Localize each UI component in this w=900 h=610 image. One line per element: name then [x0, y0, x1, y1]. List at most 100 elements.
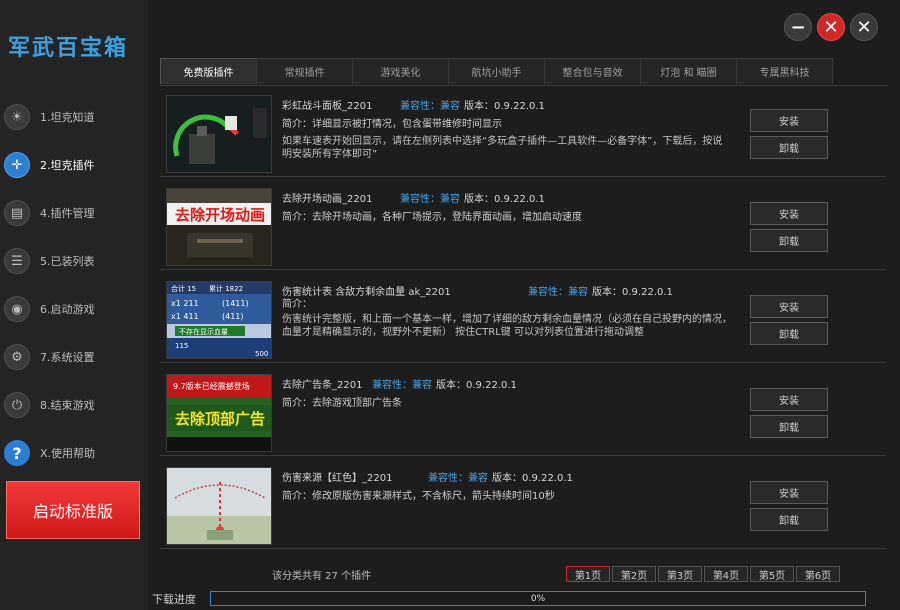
thumbnail-caption: 去除顶部广告 — [175, 410, 265, 428]
sidebar-item-label: 8.结束游戏 — [40, 399, 95, 412]
compat-value: 兼容 — [440, 101, 460, 112]
plugin-description: 简介：去除游戏顶部广告条 — [282, 397, 732, 410]
pagination: 第1页 第2页 第3页 第4页 第5页 第6页 — [566, 566, 842, 582]
plugin-category-tabs: 免费版插件 常规插件 游戏美化 航坑小助手 整合包与音效 灯泡 和 瞄圈 专属黑… — [160, 58, 888, 86]
compat-value: 兼容 — [568, 287, 588, 298]
sidebar-item-settings[interactable]: ⚙ 7.系统设置 — [0, 340, 148, 380]
plugin-thumbnail: 9.7版本已经震撼登场 去除顶部广告 — [166, 374, 272, 452]
help-icon: ? — [4, 440, 30, 466]
plugin-compat: 兼容性：兼容 版本：0.9.22.0.1 — [528, 283, 673, 298]
tab-game-beautify[interactable]: 游戏美化 — [352, 58, 449, 84]
thumbnail-caption: 9.7版本已经震撼登场 — [173, 381, 250, 391]
uninstall-button[interactable]: 卸载 — [750, 415, 828, 438]
plugin-desc-text: 简介：修改原版伤害来源样式，不含标尺，箭头持续时间10秒 — [282, 491, 555, 502]
plugin-desc-extra: 伤害统计完整版，和上面一个基本一样，增加了详细的敌方剩余血量情况（必须在自己投野… — [282, 314, 732, 338]
list-item: 伤害来源【红色】_2201 兼容性：兼容 版本：0.9.22.0.1 简介：修改原… — [160, 460, 886, 549]
thumbnail-stat: 500 — [255, 350, 268, 358]
page-5-button[interactable]: 第5页 — [750, 566, 794, 582]
app-title: 军武百宝箱 — [8, 35, 129, 61]
sidebar-item-help[interactable]: ? X.使用帮助 — [0, 436, 148, 476]
sidebar-item-label: X.使用帮助 — [40, 447, 96, 460]
page-2-button[interactable]: 第2页 — [612, 566, 656, 582]
uninstall-button[interactable]: 卸载 — [750, 136, 828, 159]
compat-label: 兼容性： — [400, 194, 440, 205]
sidebar-item-launch-game[interactable]: ◉ 6.启动游戏 — [0, 292, 148, 332]
plugin-desc-extra: 如果车速表开始回显示，请在左侧列表中选择“多玩盒子插件—工具软件—必备字体”，下… — [282, 136, 723, 160]
compat-value: 兼容 — [468, 473, 488, 484]
compat-label: 兼容性： — [428, 473, 468, 484]
tab-exclusive-tech[interactable]: 专属黑科技 — [736, 58, 833, 84]
sidebar: 军武百宝箱 ☀ 1.坦克知道 ✛ 2.坦克插件 ▤ 4.插件管理 ☰ 5.已装列… — [0, 0, 148, 610]
page-6-button[interactable]: 第6页 — [796, 566, 840, 582]
total-plugins-count: 该分类共有 27 个插件 — [272, 571, 372, 582]
power-icon: ⏻ — [4, 392, 30, 418]
launch-icon: ◉ — [4, 296, 30, 322]
tab-lights-reticles[interactable]: 灯泡 和 瞄圈 — [640, 58, 737, 84]
crosshair-icon: ✛ — [4, 152, 30, 178]
plugin-name: 彩虹战斗面板_2201 — [282, 101, 373, 112]
tab-free-plugins[interactable]: 免费版插件 — [160, 58, 257, 84]
uninstall-button[interactable]: 卸载 — [750, 322, 828, 345]
close-button[interactable]: ✕ — [850, 13, 878, 41]
plugin-version: 版本：0.9.22.0.1 — [464, 194, 545, 205]
tab-regular-plugins[interactable]: 常规插件 — [256, 58, 353, 84]
thumbnail-stat: 合计 15 — [171, 284, 196, 293]
plugin-desc-text: 简介： — [282, 299, 312, 310]
plugin-desc-text: 简介：去除开场动画，各种厂场提示，登陆界面动画，增加启动速度 — [282, 212, 582, 223]
plugin-version: 版本：0.9.22.0.1 — [436, 380, 517, 391]
list-item: 9.7版本已经震撼登场 去除顶部广告 去除广告条_2201 兼容性：兼容 版本：0… — [160, 367, 886, 456]
page-1-button[interactable]: 第1页 — [566, 566, 610, 582]
sidebar-item-label: 7.系统设置 — [40, 351, 95, 364]
thumbnail-caption: 去除开场动画 — [175, 206, 265, 224]
uninstall-button[interactable]: 卸载 — [750, 508, 828, 531]
plugin-desc-text: 简介：详细显示被打情况，包含蛋带维修时间显示 — [282, 119, 502, 130]
download-progress-text: 0% — [530, 593, 546, 604]
list-item: 合计 15 累计 1822 x1 211 (1411) x1 411 (411)… — [160, 274, 886, 363]
tab-helper[interactable]: 航坑小助手 — [448, 58, 545, 84]
compat-label: 兼容性： — [528, 287, 568, 298]
plugin-compat: 兼容性：兼容 版本：0.9.22.0.1 — [400, 190, 545, 205]
sidebar-item-plugin-manage[interactable]: ▤ 4.插件管理 — [0, 196, 148, 236]
close-red-button[interactable]: ✕ — [817, 13, 845, 41]
install-button[interactable]: 安装 — [750, 388, 828, 411]
thumbnail-stat: 115 — [175, 342, 188, 350]
compat-label: 兼容性： — [400, 101, 440, 112]
list-icon: ☰ — [4, 248, 30, 274]
sidebar-item-label: 5.已装列表 — [40, 255, 95, 268]
compat-label: 兼容性： — [372, 380, 412, 391]
install-button[interactable]: 安装 — [750, 481, 828, 504]
sidebar-item-label: 4.插件管理 — [40, 207, 95, 220]
sidebar-item-tank-knowledge[interactable]: ☀ 1.坦克知道 — [0, 100, 148, 140]
document-icon: ▤ — [4, 200, 30, 226]
sidebar-item-installed-list[interactable]: ☰ 5.已装列表 — [0, 244, 148, 284]
list-item: 去除开场动画 去除开场动画_2201 兼容性：兼容 版本：0.9.22.0.1 简… — [160, 181, 886, 270]
page-4-button[interactable]: 第4页 — [704, 566, 748, 582]
thumbnail-stat: x1 211 — [171, 299, 199, 308]
plugin-compat: 兼容性：兼容 版本：0.9.22.0.1 — [428, 469, 573, 484]
sidebar-item-label: 1.坦克知道 — [40, 111, 95, 124]
plugin-description: 简介：详细显示被打情况，包含蛋带维修时间显示 如果车速表开始回显示，请在左侧列表… — [282, 118, 732, 161]
plugin-version: 版本：0.9.22.0.1 — [492, 473, 573, 484]
plugin-version: 版本：0.9.22.0.1 — [592, 287, 673, 298]
plugin-name: 伤害统计表 含敌方剩余血量 ak_2201 — [282, 287, 451, 298]
minimize-button[interactable]: − — [784, 13, 812, 41]
uninstall-button[interactable]: 卸载 — [750, 229, 828, 252]
tab-packs-sounds[interactable]: 整合包与音效 — [544, 58, 641, 84]
thumbnail-stat: (1411) — [222, 299, 249, 308]
plugin-compat: 兼容性：兼容 版本：0.9.22.0.1 — [372, 376, 517, 391]
install-button[interactable]: 安装 — [750, 295, 828, 318]
compat-value: 兼容 — [440, 194, 460, 205]
page-3-button[interactable]: 第3页 — [658, 566, 702, 582]
download-progress-bar: 0% — [210, 591, 866, 606]
sidebar-item-tank-plugins[interactable]: ✛ 2.坦克插件 — [0, 148, 148, 188]
launch-standard-button[interactable]: 启动标准版 — [6, 481, 140, 539]
install-button[interactable]: 安装 — [750, 109, 828, 132]
install-button[interactable]: 安装 — [750, 202, 828, 225]
plugin-thumbnail: 去除开场动画 — [166, 188, 272, 266]
plugin-compat: 兼容性：兼容 版本：0.9.22.0.1 — [400, 97, 545, 112]
sidebar-item-end-game[interactable]: ⏻ 8.结束游戏 — [0, 388, 148, 428]
gear-icon: ⚙ — [4, 344, 30, 370]
sidebar-item-label: 2.坦克插件 — [40, 159, 95, 172]
thumbnail-stat: (411) — [222, 312, 244, 321]
plugin-version: 版本：0.9.22.0.1 — [464, 101, 545, 112]
